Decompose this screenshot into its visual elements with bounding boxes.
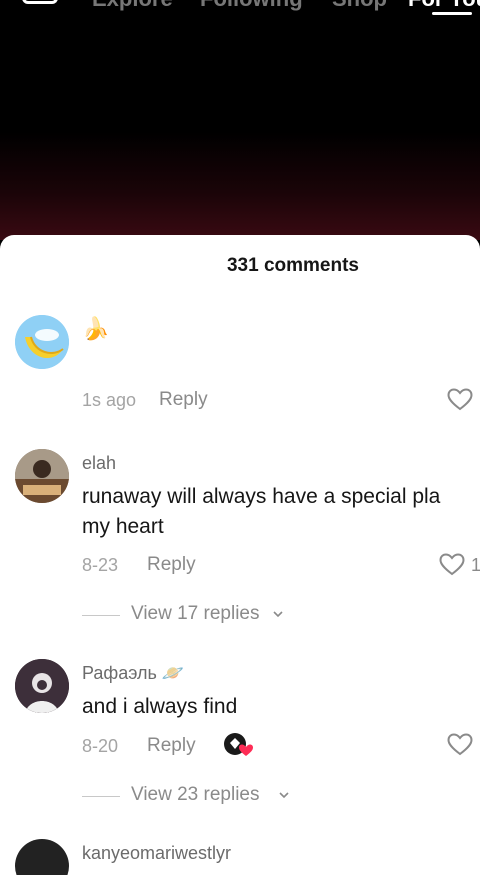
avatar[interactable] [15,315,69,369]
top-navigation: Explore Following Shop For You [0,0,480,20]
live-icon[interactable] [22,0,58,4]
comment-username[interactable]: Рафаэль 🪐 [82,663,184,684]
reply-button[interactable]: Reply [159,389,208,411]
active-tab-indicator [432,12,472,15]
chevron-down-icon [273,611,283,618]
comments-count-title: 331 comments [226,255,359,276]
divider-line [82,615,120,616]
banana-avatar-art [15,315,69,369]
chevron-down-icon [279,792,289,799]
like-count: 1 [471,555,480,575]
heart-outline-icon[interactable] [439,553,465,577]
comments-sheet: 331 comments 🍌 1s ago Reply elah runaway… [0,235,480,875]
tab-shop[interactable]: Shop [332,0,387,12]
view-replies-button[interactable]: View 17 replies [82,603,302,627]
divider-line [82,796,120,797]
tab-following[interactable]: Following [200,0,303,12]
comment-time: 8-23 [82,555,119,575]
heart-outline-icon[interactable] [447,733,473,757]
reply-button[interactable]: Reply [147,735,196,757]
video-player[interactable]: Explore Following Shop For You [0,0,480,240]
reply-button[interactable]: Reply [147,554,196,576]
avatar[interactable] [15,449,69,503]
comment-time: 1s ago [82,390,137,410]
comment-text-line-2: my heart [82,515,164,538]
view-replies-button[interactable]: View 23 replies [82,784,302,808]
heart-outline-icon[interactable] [447,388,473,412]
view-replies-label: View 17 replies [131,603,260,624]
comment-text: 🍌 [82,316,110,341]
avatar-photo [15,659,69,713]
tab-explore[interactable]: Explore [92,0,173,12]
tab-for-you[interactable]: For You [408,0,480,12]
comment-time: 8-20 [82,736,119,756]
comment-text: and i always find [82,695,238,718]
creator-liked-icon [224,733,253,756]
avatar[interactable] [15,839,69,875]
avatar-photo [15,449,69,503]
comment-username[interactable]: elah [82,453,116,474]
view-replies-label: View 23 replies [131,784,260,805]
avatar[interactable] [15,659,69,713]
comment-text-line-1: runaway will always have a special pla [82,485,441,508]
